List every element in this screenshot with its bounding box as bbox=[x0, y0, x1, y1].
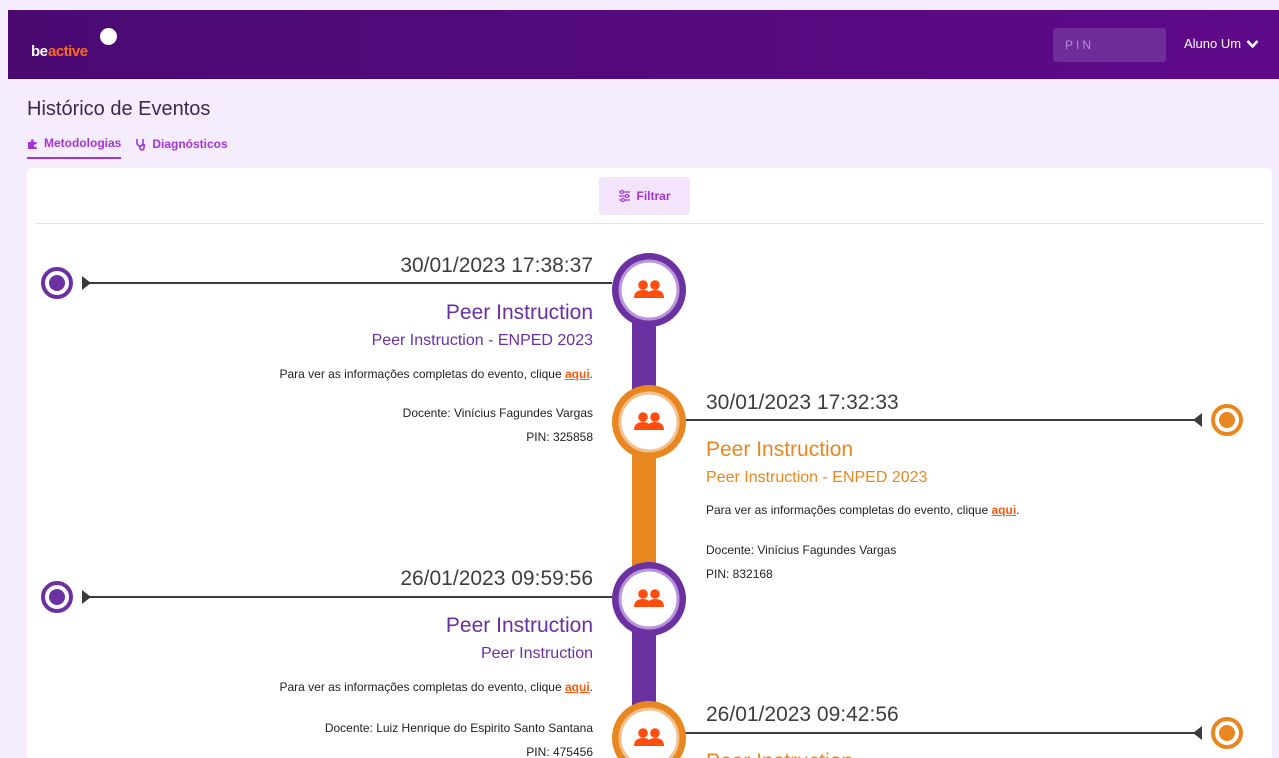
pin-input[interactable] bbox=[1053, 28, 1166, 62]
tab-diagnosticos[interactable]: Diagnósticos bbox=[135, 136, 228, 159]
events-panel: Filtrar 30/01/2023 17:38:37 Peer Instruc… bbox=[27, 168, 1272, 758]
event-3-docente: Docente: Luiz Henrique do Espirito Santo… bbox=[324, 721, 593, 735]
event-4-date: 26/01/2023 09:42:56 bbox=[706, 703, 899, 726]
tab-metodologias[interactable]: Metodologias bbox=[27, 136, 122, 159]
event-1-pin: PIN: 325858 bbox=[526, 430, 593, 444]
event-1-subtitle: Peer Instruction - ENPED 2023 bbox=[371, 332, 593, 349]
event-1-info-text: Para ver as informações completas do eve… bbox=[279, 367, 562, 381]
beactive-logo[interactable]: be active bbox=[31, 28, 121, 68]
event-4-title: Peer Instruction bbox=[706, 750, 853, 758]
event-3-link[interactable]: aqui bbox=[565, 680, 590, 694]
chevron-down-icon bbox=[1246, 39, 1259, 48]
event-1-title: Peer Instruction bbox=[445, 301, 593, 324]
puzzle-icon bbox=[28, 139, 37, 149]
event-2-subtitle: Peer Instruction - ENPED 2023 bbox=[706, 469, 928, 486]
timeline-graphic bbox=[41, 253, 1243, 758]
event-2-date: 30/01/2023 17:32:33 bbox=[706, 391, 899, 414]
event-1-docente: Docente: Vinícius Fagundes Vargas bbox=[402, 406, 593, 420]
event-4-node-icon bbox=[612, 701, 686, 758]
event-1-node-icon bbox=[612, 253, 686, 327]
event-1-info: Para ver as informações completas do eve… bbox=[279, 367, 593, 381]
user-menu[interactable]: Aluno Um bbox=[1184, 36, 1259, 51]
logo-be-text: be bbox=[31, 43, 48, 60]
event-3-info: Para ver as informações completas do eve… bbox=[279, 680, 593, 694]
event-2-docente: Docente: Vinícius Fagundes Vargas bbox=[706, 543, 897, 557]
tab-metodologias-label: Metodologias bbox=[44, 136, 122, 150]
event-2-info: Para ver as informações completas do eve… bbox=[706, 503, 1020, 517]
event-1-link[interactable]: aqui bbox=[565, 367, 590, 381]
event-2-title: Peer Instruction bbox=[706, 438, 854, 461]
event-3-node-icon bbox=[612, 562, 686, 636]
event-2-info-text: Para ver as informações completas do eve… bbox=[706, 503, 989, 517]
event-3-date: 26/01/2023 09:59:56 bbox=[400, 567, 593, 590]
top-navbar: be active Aluno Um bbox=[8, 10, 1279, 79]
event-2-pin: PIN: 832168 bbox=[706, 567, 773, 581]
event-3-title: Peer Instruction bbox=[445, 614, 593, 637]
event-3-pin: PIN: 475456 bbox=[526, 745, 593, 758]
event-3-subtitle: Peer Instruction bbox=[480, 645, 593, 662]
event-2-node-icon bbox=[612, 385, 686, 459]
stethoscope-icon bbox=[136, 138, 146, 151]
page-title: Histórico de Eventos bbox=[27, 98, 211, 120]
event-3-info-text: Para ver as informações completas do eve… bbox=[279, 680, 562, 694]
logo-active-text: active bbox=[48, 43, 88, 60]
event-2-link[interactable]: aqui bbox=[992, 503, 1017, 517]
tab-diagnosticos-label: Diagnósticos bbox=[152, 137, 228, 151]
logo-dot-icon bbox=[100, 28, 117, 45]
user-name: Aluno Um bbox=[1184, 36, 1242, 51]
event-1-date: 30/01/2023 17:38:37 bbox=[400, 254, 593, 277]
tab-bar: Metodologias Diagnósticos bbox=[27, 136, 228, 159]
